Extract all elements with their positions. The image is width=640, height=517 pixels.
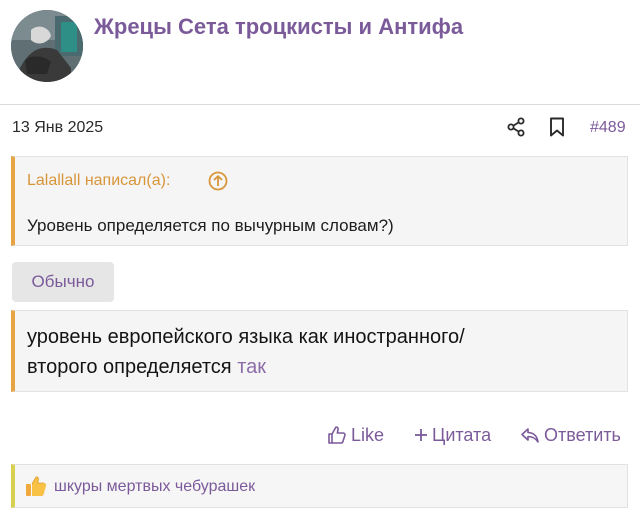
post-tag[interactable]: Обычно [12,262,114,302]
message-line-2: второго определяется [27,356,232,378]
like-label: Like [351,424,385,445]
post-header: Жрецы Сета троцкисты и Антифа [0,0,640,104]
thumbs-up-emoji-icon [26,476,47,496]
reaction-users[interactable]: шкуры мертвых чебурашек [54,478,255,496]
reply-arrow-icon [521,428,539,443]
avatar-photo [11,10,83,82]
reply-label: Ответить [544,424,621,445]
avatar[interactable] [11,10,83,82]
post-meta: 13 Янв 2025 #489 [0,110,640,146]
quote-block: Lalallall написал(а): Уровень определяет… [11,156,628,246]
plus-icon [415,429,427,441]
quote-button[interactable]: Цитата [414,420,491,450]
header-divider [0,104,640,105]
bookmark-icon[interactable] [548,117,566,137]
reaction-bar: шкуры мертвых чебурашек [11,464,628,508]
post-date[interactable]: 13 Янв 2025 [12,119,103,137]
like-button[interactable]: Like [327,420,384,450]
message-line-1: уровень европейского языка как иностранн… [27,326,465,348]
arrow-up-circle-icon[interactable] [208,171,228,191]
message-text: уровень европейского языка как иностранн… [27,322,617,382]
post-number-link[interactable]: #489 [590,119,626,137]
post-author-name[interactable]: Жрецы Сета троцкисты и Антифа [94,14,463,40]
message-link[interactable]: так [237,356,266,378]
post-actions: Like Цитата Ответить [0,420,640,450]
quote-label: Цитата [432,424,492,445]
share-icon[interactable] [506,117,526,137]
message-body: уровень европейского языка как иностранн… [11,310,628,392]
thumbs-up-icon [328,426,346,444]
quote-text: Уровень определяется по вычурным словам?… [27,216,394,235]
quote-author[interactable]: Lalallall написал(а): [27,172,170,190]
reply-button[interactable]: Ответить [520,420,621,450]
